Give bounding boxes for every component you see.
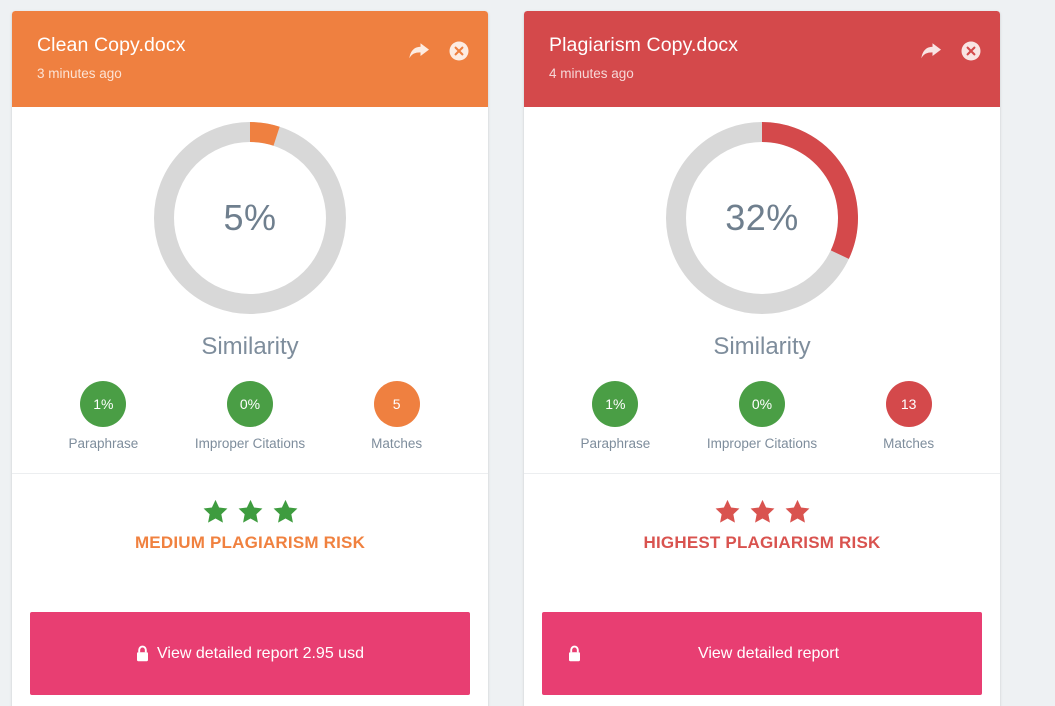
metrics-row: 1% Paraphrase 0% Improper Citations 13 M… [524, 369, 1000, 474]
metric-label: Improper Citations [706, 436, 818, 451]
share-arrow-icon[interactable] [920, 41, 942, 61]
star-icon [785, 499, 809, 523]
similarity-gauge-section: 5% Similarity [12, 107, 488, 369]
star-icon [715, 499, 739, 523]
risk-star-rating [12, 498, 488, 524]
metric-label: Paraphrase [580, 436, 651, 451]
metric-label: Matches [883, 436, 935, 451]
metric-bubble: 5 [373, 381, 420, 427]
header-actions [920, 41, 981, 61]
similarity-donut-chart: 32% [665, 121, 859, 315]
header-actions [408, 41, 469, 61]
similarity-percent-value: 5% [223, 197, 277, 238]
metric-improper-citations: 0% Improper Citations [177, 381, 324, 451]
similarity-gauge-section: 32% Similarity [524, 107, 1000, 369]
metric-bubble: 0% [739, 381, 785, 427]
card-header: Plagiarism Copy.docx 4 minutes ago [524, 11, 1000, 107]
close-circle-icon[interactable] [961, 41, 981, 61]
similarity-donut-chart: 5% [153, 121, 347, 315]
card-header: Clean Copy.docx 3 minutes ago [12, 11, 488, 107]
metric-bubble: 1% [592, 381, 639, 427]
metric-matches: 13 Matches [835, 381, 982, 451]
view-detailed-report-button[interactable]: View detailed report [542, 612, 982, 695]
metric-matches: 5 Matches [323, 381, 470, 451]
cta-label: View detailed report [697, 644, 840, 662]
risk-star-rating [524, 498, 1000, 524]
star-icon [203, 499, 227, 523]
similarity-percent-value: 32% [725, 197, 799, 238]
star-icon [750, 499, 774, 523]
report-card-plagiarism-copy: Plagiarism Copy.docx 4 minutes ago 32% S… [524, 11, 1000, 706]
similarity-label: Similarity [713, 333, 811, 360]
metric-bubble: 13 [885, 381, 932, 427]
metric-improper-citations: 0% Improper Citations [689, 381, 836, 451]
report-cards-board: Clean Copy.docx 3 minutes ago 5% Similar… [0, 0, 1055, 706]
close-circle-icon[interactable] [449, 41, 469, 61]
cta-label: View detailed report 2.95 usd [157, 644, 364, 662]
metric-bubble: 1% [80, 381, 127, 427]
metric-label: Improper Citations [194, 436, 306, 451]
document-title: Plagiarism Copy.docx [549, 34, 739, 56]
document-title: Clean Copy.docx [37, 34, 186, 56]
star-icon [238, 499, 262, 523]
metric-paraphrase: 1% Paraphrase [30, 381, 177, 451]
report-card-clean-copy: Clean Copy.docx 3 minutes ago 5% Similar… [12, 11, 488, 706]
metric-paraphrase: 1% Paraphrase [542, 381, 689, 451]
view-detailed-report-button[interactable]: View detailed report 2.95 usd [30, 612, 470, 695]
risk-level-label: HIGHEST PLAGIARISM RISK [643, 533, 881, 552]
plagiarism-risk-section: HIGHEST PLAGIARISM RISK [524, 474, 1000, 553]
risk-level-label: MEDIUM PLAGIARISM RISK [134, 533, 366, 552]
document-timestamp: 3 minutes ago [37, 66, 122, 81]
lock-icon [136, 645, 149, 662]
metric-label: Matches [371, 436, 423, 451]
lock-icon [568, 645, 581, 662]
share-arrow-icon[interactable] [408, 41, 430, 61]
document-timestamp: 4 minutes ago [549, 66, 634, 81]
metric-bubble: 0% [227, 381, 273, 427]
metrics-row: 1% Paraphrase 0% Improper Citations 5 Ma… [12, 369, 488, 474]
star-icon [273, 499, 297, 523]
plagiarism-risk-section: MEDIUM PLAGIARISM RISK [12, 474, 488, 553]
similarity-label: Similarity [201, 333, 299, 360]
metric-label: Paraphrase [68, 436, 139, 451]
